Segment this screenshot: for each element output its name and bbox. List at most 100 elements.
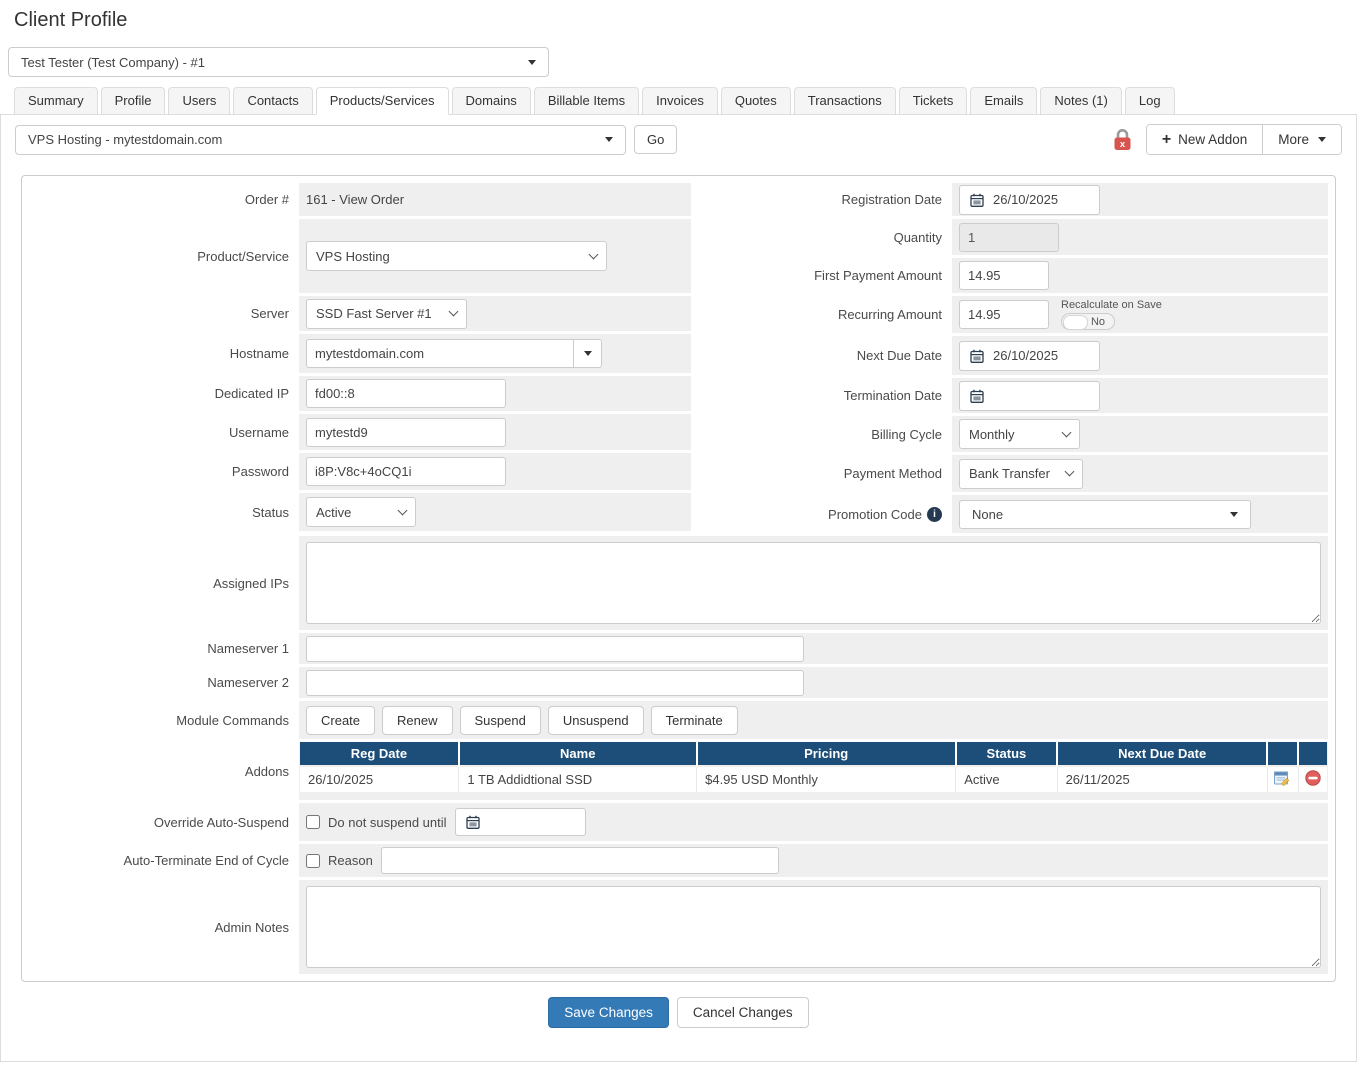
tab-products-services[interactable]: Products/Services xyxy=(316,87,449,115)
first-payment-amount-label: First Payment Amount xyxy=(694,258,952,293)
termination-date-input[interactable] xyxy=(959,381,1100,411)
dedicated-ip-label: Dedicated IP xyxy=(29,376,299,411)
new-addon-button[interactable]: + New Addon xyxy=(1147,125,1262,154)
reason-label: Reason xyxy=(328,853,373,868)
nameserver1-input[interactable] xyxy=(306,636,804,662)
server-select[interactable]: SSD Fast Server #1 xyxy=(306,299,467,329)
module-renew-button[interactable]: Renew xyxy=(382,706,452,735)
quantity-input xyxy=(959,223,1059,252)
auto-terminate-label: Auto-Terminate End of Cycle xyxy=(29,844,299,877)
tab-invoices[interactable]: Invoices xyxy=(642,87,718,115)
recalculate-toggle[interactable]: No xyxy=(1061,313,1115,330)
module-unsuspend-button[interactable]: Unsuspend xyxy=(548,706,644,735)
billing-cycle-label: Billing Cycle xyxy=(694,416,952,452)
chevron-down-icon xyxy=(1230,512,1238,517)
addon-next-due-date: 26/11/2025 xyxy=(1057,766,1267,792)
page-title: Client Profile xyxy=(0,0,1357,34)
payment-method-select[interactable]: Bank Transfer xyxy=(959,459,1083,489)
addons-table: Reg Date Name Pricing Status Next Due Da… xyxy=(300,742,1327,792)
next-due-date-label: Next Due Date xyxy=(694,336,952,375)
plus-icon: + xyxy=(1162,134,1171,146)
recalculate-toggle-value: No xyxy=(1091,316,1105,328)
tab-tickets[interactable]: Tickets xyxy=(899,87,968,115)
client-selector-dropdown[interactable]: Test Tester (Test Company) - #1 xyxy=(8,47,549,77)
registration-date-input[interactable]: 26/10/2025 xyxy=(959,185,1100,215)
status-label: Status xyxy=(29,493,299,531)
promotion-code-value: None xyxy=(972,507,1003,522)
next-due-date-input[interactable]: 26/10/2025 xyxy=(959,341,1100,371)
order-value-link[interactable]: 161 - View Order xyxy=(306,192,404,207)
tab-summary[interactable]: Summary xyxy=(14,87,98,115)
module-suspend-button[interactable]: Suspend xyxy=(460,706,541,735)
addons-col-edit xyxy=(1267,742,1298,766)
recalculate-on-save-label: Recalculate on Save xyxy=(1061,299,1162,311)
quantity-label: Quantity xyxy=(694,219,952,255)
billing-cycle-select[interactable]: Monthly xyxy=(959,419,1080,449)
addon-edit-icon[interactable] xyxy=(1267,766,1298,792)
server-label: Server xyxy=(29,296,299,331)
hostname-input[interactable] xyxy=(306,339,574,368)
tab-profile[interactable]: Profile xyxy=(101,87,166,115)
order-label: Order # xyxy=(29,183,299,216)
go-button[interactable]: Go xyxy=(634,125,677,154)
cancel-changes-button[interactable]: Cancel Changes xyxy=(677,997,809,1028)
addons-col-reg-date: Reg Date xyxy=(300,742,459,766)
registration-date-value: 26/10/2025 xyxy=(993,192,1058,207)
hostname-dropdown-button[interactable] xyxy=(574,339,602,368)
tab-billable-items[interactable]: Billable Items xyxy=(534,87,639,115)
ssl-padlock-error-icon[interactable]: x xyxy=(1113,128,1132,151)
tab-notes[interactable]: Notes (1) xyxy=(1040,87,1121,115)
do-not-suspend-until-label: Do not suspend until xyxy=(328,815,447,830)
tab-contacts[interactable]: Contacts xyxy=(233,87,312,115)
auto-terminate-reason-input[interactable] xyxy=(381,847,779,874)
addons-header-row: Reg Date Name Pricing Status Next Due Da… xyxy=(300,742,1327,766)
product-service-value: VPS Hosting xyxy=(316,249,390,264)
save-changes-button[interactable]: Save Changes xyxy=(548,997,669,1028)
product-service-select[interactable]: VPS Hosting xyxy=(306,241,607,271)
addons-label: Addons xyxy=(29,742,299,800)
more-button[interactable]: More xyxy=(1262,125,1341,154)
admin-notes-textarea[interactable] xyxy=(306,886,1321,968)
chevron-down-icon xyxy=(584,351,592,356)
calendar-icon xyxy=(466,815,480,829)
promotion-code-label: Promotion Code i xyxy=(694,495,952,533)
server-value: SSD Fast Server #1 xyxy=(316,306,432,321)
username-label: Username xyxy=(29,414,299,450)
addons-col-next-due-date: Next Due Date xyxy=(1057,742,1267,766)
product-selector-dropdown[interactable]: VPS Hosting - mytestdomain.com xyxy=(15,125,626,155)
tab-log[interactable]: Log xyxy=(1125,87,1175,115)
status-select[interactable]: Active xyxy=(306,497,416,527)
addon-delete-icon[interactable] xyxy=(1298,766,1327,792)
suspend-until-date-input[interactable] xyxy=(455,808,586,836)
override-auto-suspend-checkbox[interactable] xyxy=(306,815,320,829)
assigned-ips-textarea[interactable] xyxy=(306,542,1321,624)
chevron-down-icon xyxy=(528,60,536,65)
addon-table-row: 26/10/2025 1 TB Addidtional SSD $4.95 US… xyxy=(300,766,1327,792)
chevron-down-icon xyxy=(449,307,459,317)
tab-users[interactable]: Users xyxy=(168,87,230,115)
chevron-down-icon xyxy=(1062,427,1072,437)
username-input[interactable] xyxy=(306,418,506,447)
auto-terminate-checkbox[interactable] xyxy=(306,854,320,868)
dedicated-ip-input[interactable] xyxy=(306,379,506,408)
info-icon[interactable]: i xyxy=(927,507,942,522)
termination-date-label: Termination Date xyxy=(694,378,952,413)
tab-emails[interactable]: Emails xyxy=(970,87,1037,115)
addon-pricing: $4.95 USD Monthly xyxy=(697,766,956,792)
password-input[interactable] xyxy=(306,457,506,486)
tab-transactions[interactable]: Transactions xyxy=(794,87,896,115)
recurring-amount-input[interactable] xyxy=(959,300,1049,329)
nameserver2-input[interactable] xyxy=(306,670,804,696)
module-commands-label: Module Commands xyxy=(29,701,299,739)
new-addon-label: New Addon xyxy=(1178,132,1247,147)
client-tabs: Summary Profile Users Contacts Products/… xyxy=(0,87,1357,115)
tab-domains[interactable]: Domains xyxy=(452,87,531,115)
module-terminate-button[interactable]: Terminate xyxy=(651,706,738,735)
svg-text:x: x xyxy=(1120,139,1126,150)
payment-method-value: Bank Transfer xyxy=(969,466,1050,481)
first-payment-amount-input[interactable] xyxy=(959,261,1049,290)
promotion-code-dropdown[interactable]: None xyxy=(959,500,1251,529)
module-create-button[interactable]: Create xyxy=(306,706,375,735)
chevron-down-icon xyxy=(398,505,408,515)
tab-quotes[interactable]: Quotes xyxy=(721,87,791,115)
